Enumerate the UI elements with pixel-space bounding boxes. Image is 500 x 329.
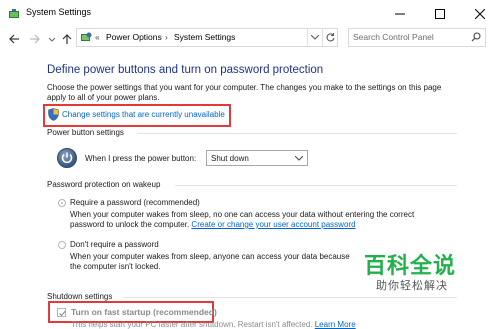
power-icon bbox=[57, 148, 77, 168]
checkmark-icon bbox=[59, 310, 66, 317]
shutdown-section-title: Shutdown settings bbox=[47, 292, 113, 301]
dont-require-password-label: Don't require a password bbox=[70, 240, 159, 249]
up-icon[interactable] bbox=[61, 33, 73, 45]
change-settings-link[interactable]: Change settings that are currently unava… bbox=[62, 110, 225, 119]
require-password-description: When your computer wakes from sleep, no … bbox=[70, 210, 430, 230]
watermark-subtitle: 助你轻松解决 bbox=[376, 279, 448, 292]
back-icon[interactable] bbox=[8, 33, 20, 45]
window-title: System Settings bbox=[26, 7, 92, 17]
refresh-button[interactable] bbox=[322, 29, 337, 46]
page-description: Choose the power settings that you want … bbox=[47, 83, 442, 102]
maximize-button[interactable] bbox=[420, 0, 460, 28]
fast-startup-label: Turn on fast startup (recommended) bbox=[71, 307, 217, 317]
watermark-title: 百科全说 bbox=[364, 254, 457, 279]
search-box[interactable] bbox=[348, 28, 486, 47]
divider bbox=[137, 133, 457, 134]
dont-require-password-radio[interactable] bbox=[58, 241, 66, 249]
divider bbox=[175, 185, 457, 186]
fast-startup-checkbox[interactable] bbox=[57, 308, 66, 317]
power-button-select[interactable]: Shut down bbox=[206, 150, 308, 166]
breadcrumb-power-options[interactable]: Power Options bbox=[106, 32, 162, 42]
breadcrumb-separator: › bbox=[165, 32, 168, 42]
forward-icon[interactable] bbox=[29, 33, 41, 45]
breadcrumb-system-settings[interactable]: System Settings bbox=[174, 32, 235, 42]
fast-startup-description-text: This helps start your PC faster after sh… bbox=[71, 320, 313, 329]
create-password-link[interactable]: Create or change your user account passw… bbox=[191, 220, 355, 229]
app-icon bbox=[9, 9, 19, 18]
address-dropdown-button[interactable] bbox=[307, 29, 322, 46]
close-button[interactable] bbox=[460, 0, 500, 28]
maximize-icon bbox=[435, 9, 445, 19]
dont-require-password-description: When your computer wakes from sleep, any… bbox=[70, 252, 350, 271]
power-button-section-title: Power button settings bbox=[47, 128, 124, 137]
recent-dropdown-icon[interactable] bbox=[46, 33, 58, 45]
close-icon bbox=[475, 9, 485, 19]
minimize-button[interactable] bbox=[380, 0, 420, 28]
divider bbox=[123, 297, 457, 298]
learn-more-link[interactable]: Learn More bbox=[315, 320, 356, 329]
require-password-label: Require a password (recommended) bbox=[70, 198, 200, 207]
power-button-select-value: Shut down bbox=[211, 154, 249, 163]
power-button-label: When I press the power button: bbox=[85, 154, 197, 163]
shield-icon bbox=[48, 108, 59, 121]
address-dropdown-icon bbox=[311, 35, 319, 40]
fast-startup-description: This helps start your PC faster after sh… bbox=[71, 320, 356, 329]
breadcrumb-prefix: « bbox=[95, 32, 100, 42]
control-panel-icon bbox=[81, 32, 92, 41]
require-password-radio[interactable] bbox=[58, 199, 66, 207]
password-section-title: Password protection on wakeup bbox=[47, 180, 161, 189]
refresh-icon bbox=[326, 33, 335, 42]
page-title: Define power buttons and turn on passwor… bbox=[47, 64, 324, 76]
address-bar[interactable]: « Power Options › System Settings bbox=[76, 28, 338, 47]
chevron-down-icon bbox=[295, 156, 303, 161]
minimize-icon bbox=[395, 13, 405, 15]
search-icon[interactable] bbox=[471, 32, 481, 42]
search-input[interactable] bbox=[353, 31, 463, 43]
title-bar: System Settings bbox=[0, 0, 500, 28]
